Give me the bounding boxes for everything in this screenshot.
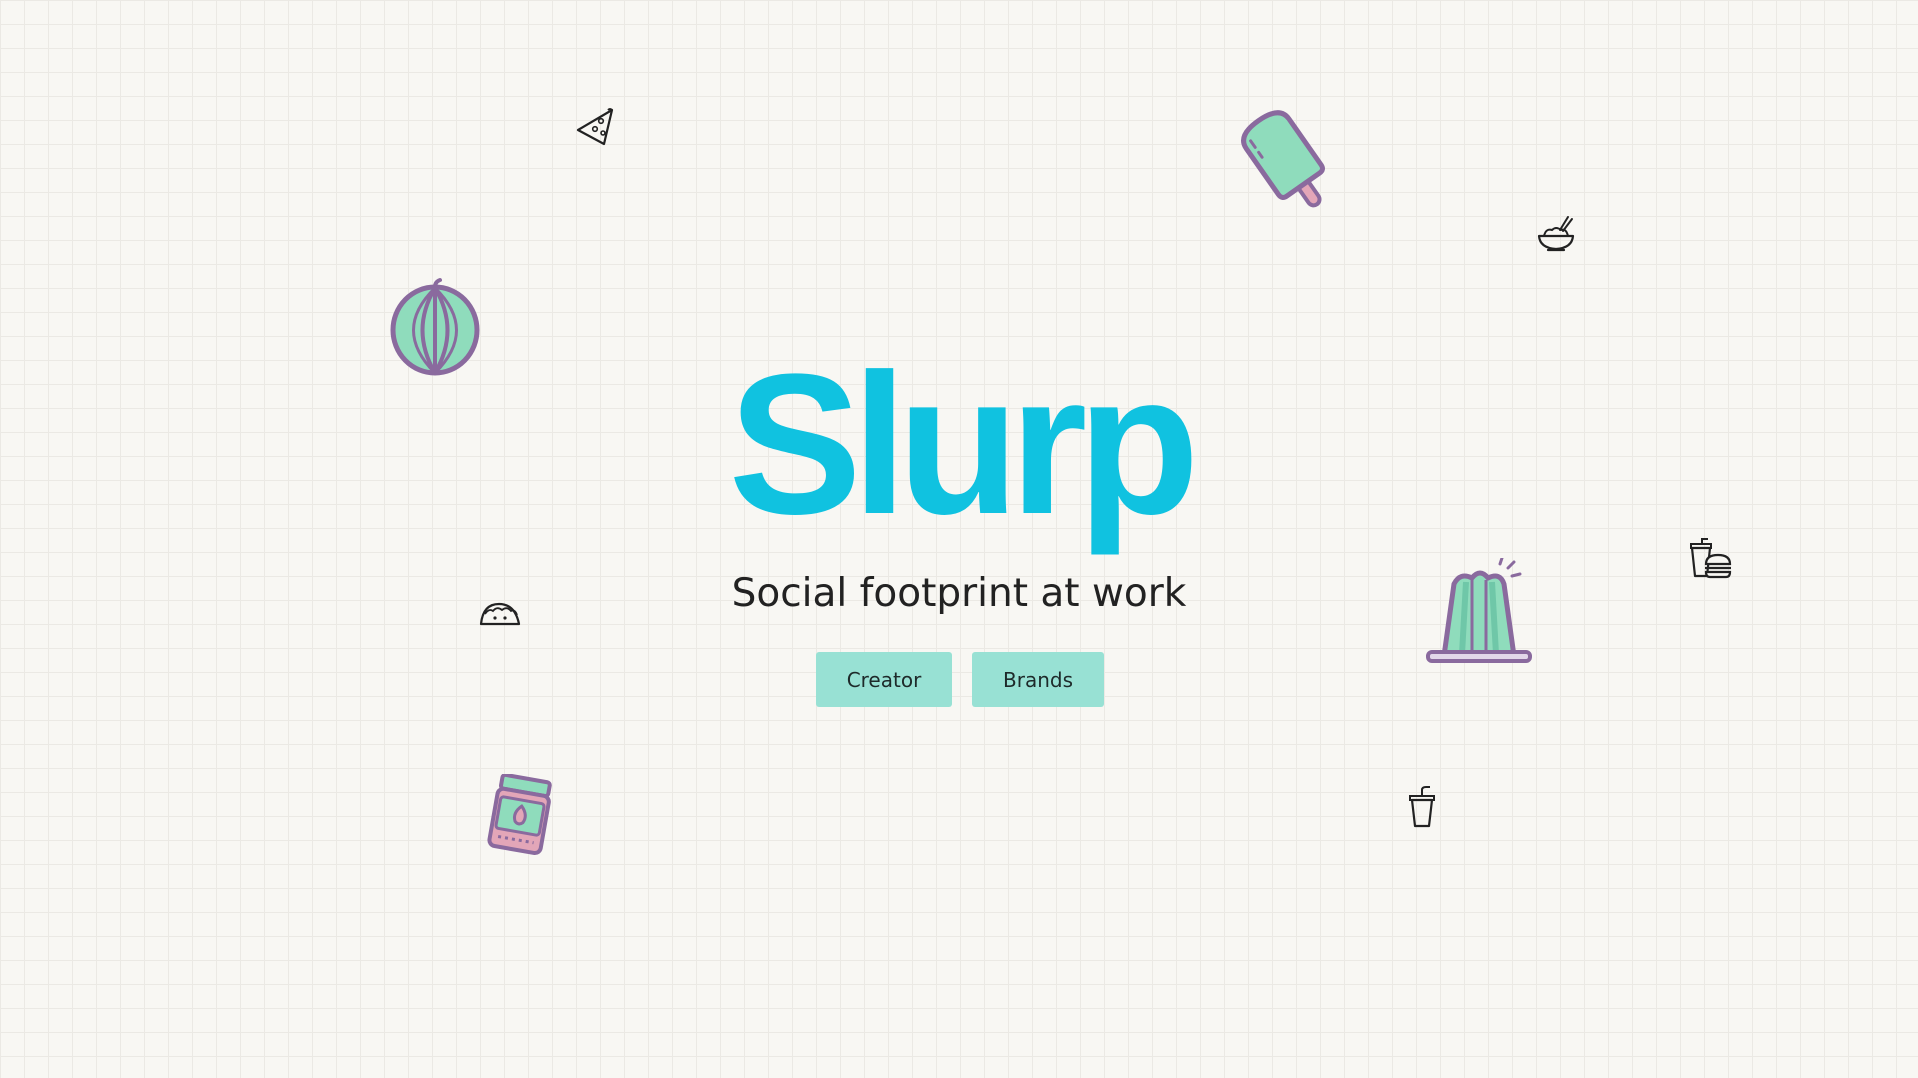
noodle-bowl-icon (1536, 214, 1576, 256)
popsicle-icon (1236, 110, 1336, 220)
taco-icon (479, 600, 521, 628)
pizza-slice-icon (574, 104, 616, 146)
jelly-pudding-icon (1424, 558, 1534, 664)
burger-and-drink-icon (1688, 538, 1732, 580)
creator-button[interactable]: Creator (816, 652, 952, 707)
drink-cup-icon (1408, 786, 1436, 828)
watermelon-icon (388, 274, 482, 376)
logo: Slurp (728, 333, 1199, 556)
tagline: Social footprint at work (731, 571, 1187, 616)
brands-button[interactable]: Brands (972, 652, 1104, 707)
jam-jar-icon (484, 774, 556, 858)
